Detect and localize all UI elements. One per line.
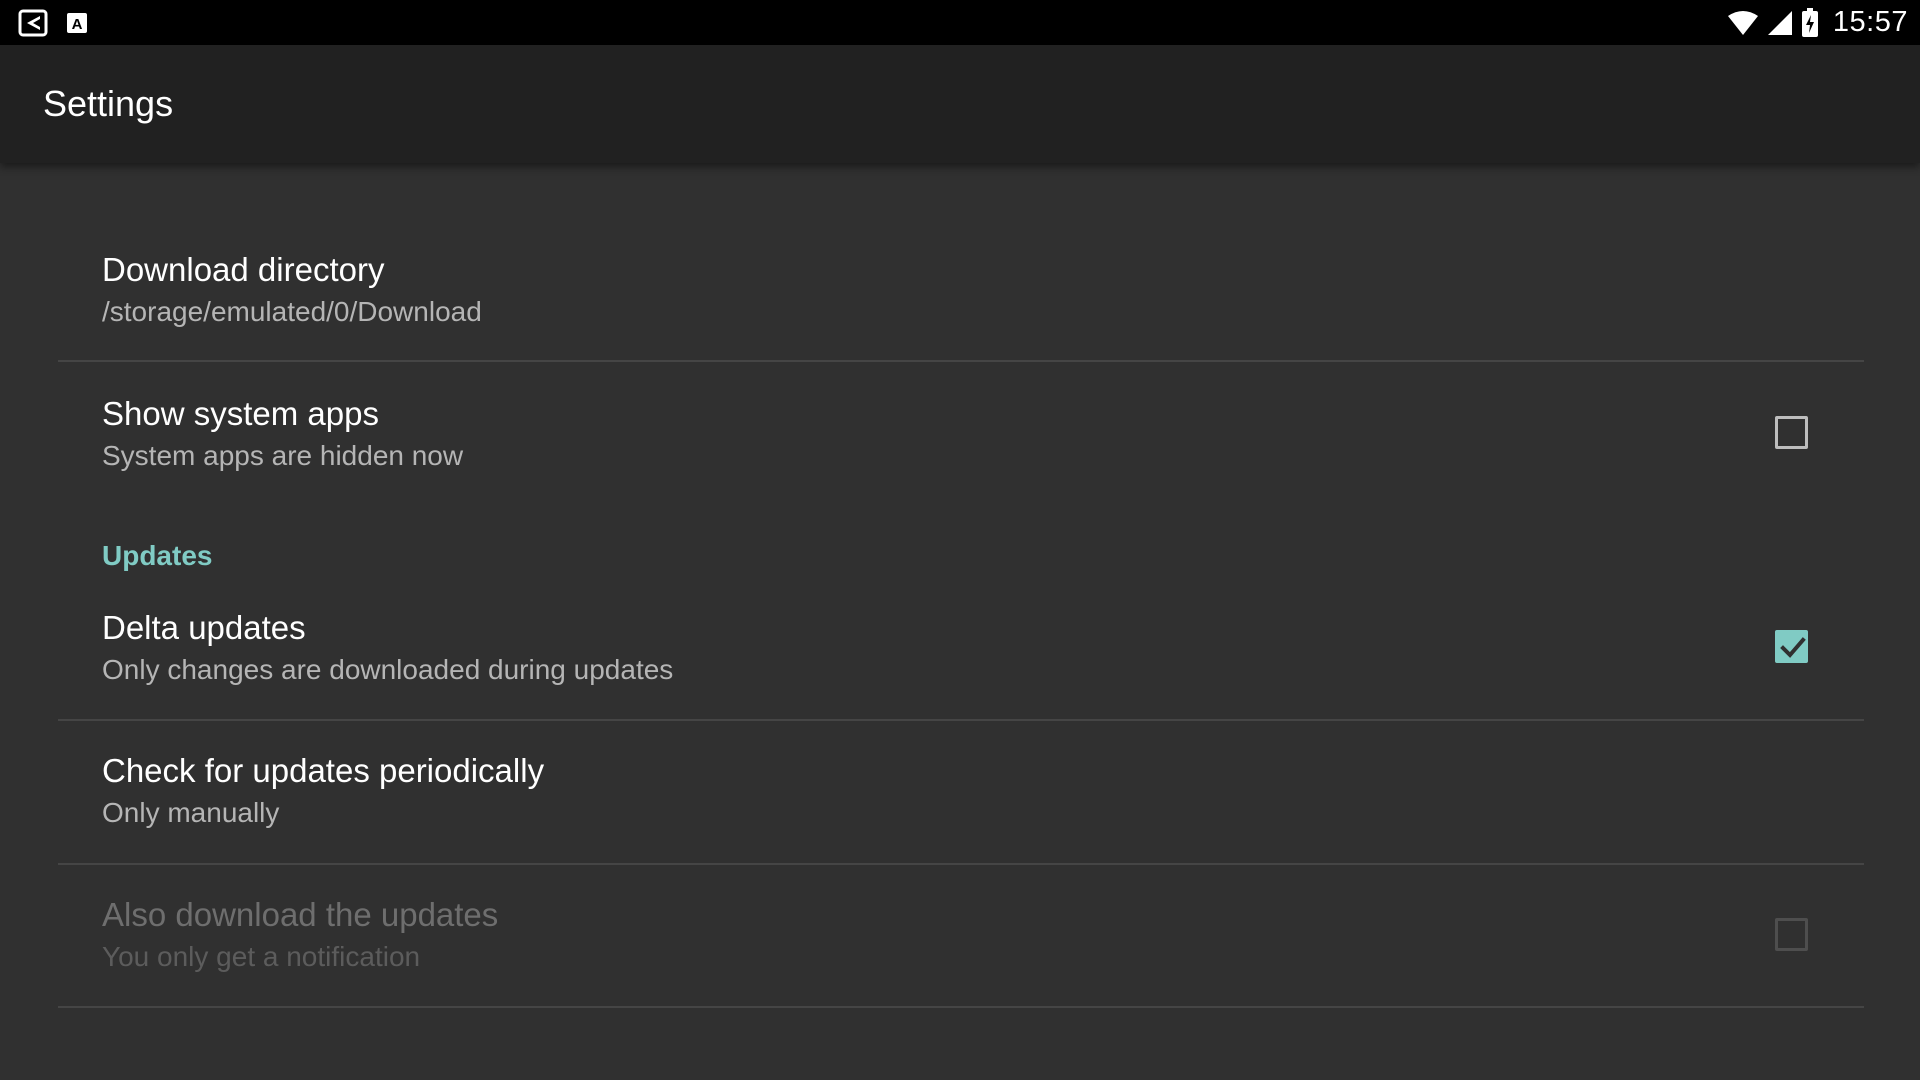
pref-show-system-apps[interactable]: Show system apps System apps are hidden … xyxy=(58,362,1864,512)
pref-title: Check for updates periodically xyxy=(102,752,545,789)
show-system-apps-checkbox[interactable] xyxy=(1775,416,1808,449)
status-bar: A 15:57 xyxy=(0,0,1920,45)
svg-text:A: A xyxy=(72,16,83,33)
cell-signal-icon xyxy=(1767,10,1793,36)
pref-summary: You only get a notification xyxy=(102,941,421,972)
pref-title: Also download the updates xyxy=(102,896,499,933)
pref-title: Delta updates xyxy=(102,609,306,646)
pref-title: Show system apps xyxy=(102,395,379,432)
pref-delta-updates[interactable]: Delta updates Only changes are downloade… xyxy=(58,578,1864,720)
delta-updates-checkbox[interactable] xyxy=(1775,630,1808,663)
status-bar-right: 15:57 xyxy=(1727,0,1908,45)
pref-download-directory[interactable]: Download directory /storage/emulated/0/D… xyxy=(58,233,1864,361)
app-toolbar: Settings xyxy=(0,45,1920,163)
page-title: Settings xyxy=(43,83,174,124)
divider xyxy=(58,1006,1864,1008)
pref-also-download-updates: Also download the updates You only get a… xyxy=(58,865,1864,1007)
pref-summary: System apps are hidden now xyxy=(102,440,464,471)
also-download-checkbox xyxy=(1775,918,1808,951)
category-updates: Updates xyxy=(102,540,213,571)
wifi-icon xyxy=(1727,10,1759,36)
pref-summary: Only manually xyxy=(102,797,280,828)
status-bar-left: A xyxy=(18,9,88,37)
battery-charging-icon xyxy=(1801,7,1819,38)
clock: 15:57 xyxy=(1832,6,1908,38)
pref-title: Download directory xyxy=(102,251,385,288)
settings-list: Download directory /storage/emulated/0/D… xyxy=(0,163,1920,1080)
pref-summary: Only changes are downloaded during updat… xyxy=(102,654,674,685)
pref-summary: /storage/emulated/0/Download xyxy=(102,296,482,327)
app-notification-icon xyxy=(18,9,48,37)
keyboard-a-icon: A xyxy=(66,12,88,34)
checkmark-icon xyxy=(1780,637,1806,658)
pref-check-updates-periodically[interactable]: Check for updates periodically Only manu… xyxy=(58,721,1864,863)
